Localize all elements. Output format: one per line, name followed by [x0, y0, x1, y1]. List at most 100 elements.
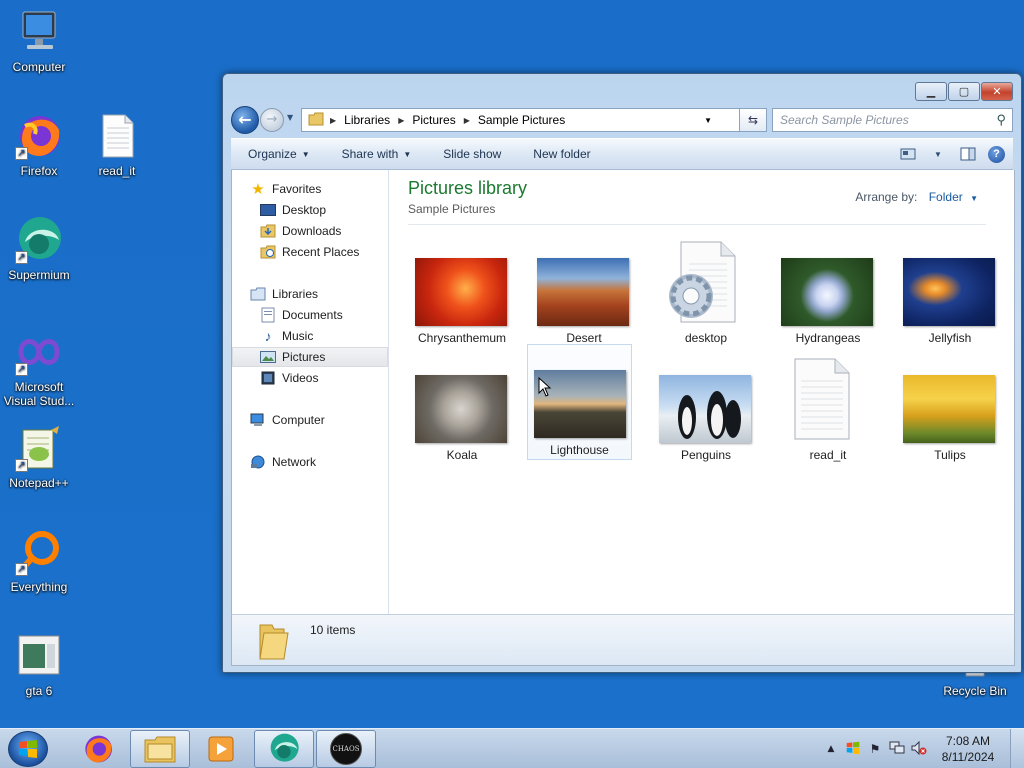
recent-pages-dropdown[interactable]: ▼	[287, 113, 293, 122]
item-count: 10 items	[310, 623, 356, 637]
nav-item-music[interactable]: ♪ Music	[232, 326, 388, 346]
forward-button[interactable]: →	[260, 108, 284, 132]
taskbar-firefox[interactable]	[68, 730, 128, 768]
search-icon[interactable]: ⚲	[996, 112, 1006, 128]
maximize-button[interactable]: ▢	[948, 82, 980, 101]
computer-icon	[15, 8, 63, 56]
taskbar-media-player[interactable]	[192, 730, 252, 768]
koala-thumbnail	[415, 375, 507, 443]
file-item[interactable]: Jellyfish	[898, 250, 1002, 366]
help-icon[interactable]: ?	[988, 145, 1005, 163]
windows-flag-icon[interactable]	[842, 741, 864, 758]
nav-item-downloads[interactable]: Downloads	[232, 221, 388, 241]
view-options-dropdown-icon[interactable]: ▼	[928, 145, 948, 163]
minimize-button[interactable]: ▁	[915, 82, 947, 101]
nav-item-pictures[interactable]: Pictures	[232, 347, 388, 367]
file-item[interactable]: read_it	[776, 358, 880, 483]
windows-logo-icon	[19, 740, 37, 758]
navigation-pane: ★ Favorites Desktop Downloads Recent Pla…	[232, 170, 389, 614]
file-name: Penguins	[680, 448, 732, 462]
file-item[interactable]: Lighthouse	[527, 344, 632, 460]
file-name: desktop	[684, 331, 728, 345]
chevron-right-icon[interactable]: ▶	[330, 116, 336, 125]
desktop-icon-computer[interactable]: Computer	[0, 8, 79, 74]
chevron-right-icon[interactable]: ▶	[398, 116, 404, 125]
desktop-icon-notepad-plus-plus[interactable]: ↗ Notepad++	[0, 424, 79, 490]
nav-item-documents[interactable]: Documents	[232, 305, 388, 325]
library-title: Pictures library	[408, 178, 528, 198]
show-desktop-button[interactable]	[1010, 729, 1024, 768]
organize-button[interactable]: Organize ▼	[231, 147, 325, 161]
file-view: Pictures library Sample Pictures Arrange…	[390, 170, 1014, 614]
back-button[interactable]: ←	[231, 106, 259, 134]
refresh-button[interactable]: ⇆	[739, 108, 767, 132]
file-item[interactable]: Tulips	[898, 367, 1002, 483]
nav-label: Music	[282, 329, 314, 343]
taskbar-clock[interactable]: 7:08 AM 8/11/2024	[930, 733, 1006, 765]
taskbar: CHAOS ▲ ⚑ 7:08 AM 8/11/2024	[0, 728, 1024, 768]
new-folder-button[interactable]: New folder	[516, 147, 605, 161]
text-file-icon	[781, 355, 873, 443]
file-item[interactable]: Chrysanthemum	[410, 250, 514, 366]
nav-item-desktop[interactable]: Desktop	[232, 200, 388, 220]
show-hidden-icons-button[interactable]: ▲	[820, 744, 842, 754]
taskbar-supermium[interactable]	[254, 730, 314, 768]
hydrangeas-thumbnail	[781, 258, 873, 326]
slide-show-label: Slide show	[443, 147, 502, 161]
text-file-icon	[93, 112, 141, 160]
search-input[interactable]: Search Sample Pictures ⚲	[772, 108, 1013, 132]
address-bar[interactable]: ▶ Libraries ▶ Pictures ▶ Sample Pictures…	[301, 108, 747, 132]
network-status-icon[interactable]	[886, 741, 908, 758]
videos-icon	[260, 370, 276, 386]
desktop-icon-firefox[interactable]: ↗ Firefox	[0, 112, 79, 178]
details-pane: 10 items	[231, 614, 1015, 666]
close-button[interactable]: ✕	[981, 82, 1013, 101]
arrange-by-dropdown[interactable]: Folder	[929, 190, 963, 204]
desktop-icon-label: Notepad++	[9, 476, 69, 490]
taskbar-chaos-app[interactable]: CHAOS	[316, 730, 376, 768]
breadcrumb-pictures[interactable]: Pictures	[412, 113, 455, 127]
search-placeholder: Search Sample Pictures	[780, 113, 909, 127]
file-item[interactable]: desktop	[654, 241, 758, 366]
change-view-icon[interactable]	[898, 145, 918, 163]
chevron-right-icon[interactable]: ▶	[464, 116, 470, 125]
chaos-app-label: CHAOS	[332, 745, 360, 753]
chevron-down-icon[interactable]: ▼	[970, 194, 978, 203]
file-item[interactable]: Koala	[410, 367, 514, 483]
nav-item-favorites[interactable]: ★ Favorites	[232, 179, 388, 199]
desktop-icon-gta-6[interactable]: gta 6	[0, 632, 79, 698]
desktop-icon-label: Computer	[12, 60, 66, 74]
nav-item-libraries[interactable]: Libraries	[232, 284, 388, 304]
nav-label: Recent Places	[282, 245, 360, 259]
nav-item-videos[interactable]: Videos	[232, 368, 388, 388]
file-item[interactable]: Hydrangeas	[776, 250, 880, 366]
slide-show-button[interactable]: Slide show	[426, 147, 516, 161]
media-player-icon	[208, 736, 234, 762]
new-folder-label: New folder	[533, 147, 591, 161]
preview-pane-icon[interactable]	[958, 145, 978, 163]
nav-label: Pictures	[282, 350, 326, 364]
desktop-icon-everything[interactable]: ↗ Everything	[0, 528, 79, 594]
nav-item-computer[interactable]: Computer	[232, 410, 388, 430]
share-with-button[interactable]: Share with ▼	[325, 147, 427, 161]
taskbar-explorer[interactable]	[130, 730, 190, 768]
volume-muted-icon[interactable]	[908, 740, 930, 758]
breadcrumb-sample-pictures[interactable]: Sample Pictures	[478, 113, 565, 127]
supermium-icon	[270, 733, 299, 762]
action-center-flag-icon[interactable]: ⚑	[864, 742, 886, 756]
file-item[interactable]: Penguins	[654, 367, 758, 483]
clock-time: 7:08 AM	[945, 734, 991, 748]
firefox-icon	[85, 735, 112, 763]
nav-item-recent-places[interactable]: Recent Places	[232, 242, 388, 262]
breadcrumb-libraries[interactable]: Libraries	[344, 113, 390, 127]
nav-item-network[interactable]: Network	[232, 452, 388, 472]
computer-icon	[250, 412, 266, 428]
file-name: Chrysanthemum	[417, 331, 507, 345]
desktop-icon-supermium[interactable]: ↗ Supermium	[0, 216, 79, 282]
nav-label: Favorites	[272, 182, 322, 196]
file-name: Lighthouse	[550, 443, 609, 457]
start-button[interactable]	[8, 731, 48, 767]
desktop-icon-read-it[interactable]: read_it	[77, 112, 157, 178]
desktop-icon-visual-studio[interactable]: ↗ Microsoft Visual Stud...	[0, 328, 79, 408]
address-dropdown-icon[interactable]: ▼	[704, 116, 712, 125]
